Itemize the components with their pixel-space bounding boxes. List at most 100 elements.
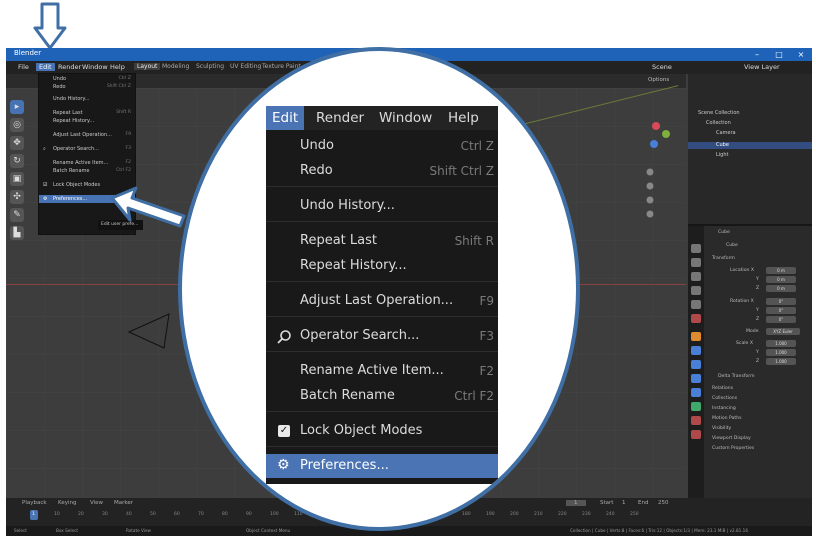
zoomed-item-batch-rename[interactable]: Batch Rename bbox=[300, 388, 395, 403]
timeline-view-menu[interactable]: View bbox=[90, 500, 103, 506]
tab-layout[interactable]: Layout bbox=[134, 63, 161, 70]
constraints-tab-icon[interactable] bbox=[691, 388, 701, 397]
section-delta-transform[interactable]: Delta Transform bbox=[718, 374, 755, 379]
section-collections[interactable]: Collections bbox=[712, 396, 737, 401]
annotate-tool-icon[interactable]: ✎ bbox=[10, 208, 24, 222]
checkbox-icon[interactable]: ☑ bbox=[43, 182, 47, 188]
zoomed-item-preferences[interactable]: Preferences... bbox=[300, 458, 389, 473]
cursor-tool-icon[interactable]: ◎ bbox=[10, 118, 24, 132]
section-custom-properties[interactable]: Custom Properties bbox=[712, 446, 754, 451]
options-dropdown[interactable]: Options bbox=[648, 77, 669, 83]
tab-sculpting[interactable]: Sculpting bbox=[196, 63, 224, 70]
transform-section[interactable]: Transform bbox=[712, 256, 735, 261]
menu-item-redo[interactable]: Redo bbox=[53, 84, 66, 90]
render-tab-icon[interactable] bbox=[691, 258, 701, 267]
menu-item-adjust-last[interactable]: Adjust Last Operation... bbox=[53, 132, 112, 138]
timeline-playback-menu[interactable]: Playback bbox=[22, 500, 47, 506]
zoomed-item-undo-history[interactable]: Undo History... bbox=[300, 198, 395, 213]
section-relations[interactable]: Relations bbox=[712, 386, 733, 391]
output-tab-icon[interactable] bbox=[691, 272, 701, 281]
view-layer-selector[interactable]: View Layer bbox=[744, 63, 780, 71]
menu-help[interactable]: Help bbox=[110, 63, 125, 71]
zoomed-item-adjust-last[interactable]: Adjust Last Operation... bbox=[300, 293, 453, 308]
scale-tool-icon[interactable]: ▣ bbox=[10, 172, 24, 186]
start-frame-field[interactable]: 1 bbox=[622, 500, 626, 506]
location-z-field[interactable]: 0 m bbox=[766, 285, 796, 292]
rotation-y-field[interactable]: 0° bbox=[766, 307, 796, 314]
scene-selector[interactable]: Scene bbox=[652, 63, 672, 71]
menu-item-rename-active[interactable]: Rename Active Item... bbox=[53, 160, 108, 166]
menu-file[interactable]: File bbox=[18, 63, 29, 71]
section-viewport-display[interactable]: Viewport Display bbox=[712, 436, 751, 441]
end-frame-field[interactable]: 250 bbox=[658, 500, 669, 506]
zoomed-item-operator-search[interactable]: Operator Search... bbox=[300, 328, 419, 343]
section-visibility[interactable]: Visibility bbox=[712, 426, 731, 431]
rotation-z-field[interactable]: 0° bbox=[766, 316, 796, 323]
measure-tool-icon[interactable]: ▙ bbox=[10, 226, 24, 240]
section-motion-paths[interactable]: Motion Paths bbox=[712, 416, 742, 421]
zoomed-item-lock-object-modes[interactable]: Lock Object Modes bbox=[300, 423, 422, 438]
maximize-icon[interactable]: □ bbox=[768, 48, 790, 61]
zoomed-item-rename-active[interactable]: Rename Active Item... bbox=[300, 363, 444, 378]
view-layer-tab-icon[interactable] bbox=[691, 286, 701, 295]
scene-tab-icon[interactable] bbox=[691, 300, 701, 309]
zoomed-menu-help[interactable]: Help bbox=[448, 110, 479, 126]
outliner-cube[interactable]: Cube bbox=[716, 142, 729, 148]
rotation-x-field[interactable]: 0° bbox=[766, 298, 796, 305]
location-y-field[interactable]: 0 m bbox=[766, 276, 796, 283]
scale-z-field[interactable]: 1.000 bbox=[766, 358, 796, 365]
menu-item-batch-rename[interactable]: Batch Rename bbox=[53, 168, 89, 174]
menu-item-preferences[interactable]: Preferences... bbox=[53, 196, 87, 202]
checkbox-icon[interactable]: ✓ bbox=[278, 425, 290, 437]
physics-tab-icon[interactable] bbox=[691, 374, 701, 383]
timeline-keying-menu[interactable]: Keying bbox=[58, 500, 76, 506]
object-name-field[interactable]: Cube bbox=[726, 243, 738, 248]
menu-item-operator-search[interactable]: Operator Search... bbox=[53, 146, 99, 152]
transform-tool-icon[interactable]: ✣ bbox=[10, 190, 24, 204]
rotate-tool-icon[interactable]: ↻ bbox=[10, 154, 24, 168]
menu-window[interactable]: Window bbox=[82, 63, 108, 71]
outliner-scene-collection[interactable]: Scene Collection bbox=[698, 110, 740, 116]
navigation-gizmo[interactable] bbox=[636, 108, 676, 218]
minimize-icon[interactable]: – bbox=[746, 48, 768, 61]
outliner-camera[interactable]: Camera bbox=[716, 130, 736, 136]
menu-edit[interactable]: Edit bbox=[36, 63, 55, 71]
tab-uv-editing[interactable]: UV Editing bbox=[230, 63, 261, 70]
rotation-y-label: Y bbox=[756, 308, 759, 313]
particles-tab-icon[interactable] bbox=[691, 360, 701, 369]
tool-tab-icon[interactable] bbox=[691, 244, 701, 253]
zoomed-menubar: Edit Render Window Help bbox=[266, 106, 498, 130]
material-tab-icon[interactable] bbox=[691, 416, 701, 425]
menu-item-lock-object-modes[interactable]: Lock Object Modes bbox=[53, 182, 100, 188]
zoomed-item-repeat-last[interactable]: Repeat Last bbox=[300, 233, 377, 248]
timeline-marker-menu[interactable]: Marker bbox=[114, 500, 133, 506]
zoomed-menu-render[interactable]: Render bbox=[316, 110, 364, 126]
modifier-tab-icon[interactable] bbox=[691, 346, 701, 355]
menu-item-undo[interactable]: Undo bbox=[53, 76, 66, 82]
select-tool-icon[interactable]: ▸ bbox=[10, 100, 24, 114]
location-x-field[interactable]: 0 m bbox=[766, 267, 796, 274]
data-tab-icon[interactable] bbox=[691, 402, 701, 411]
section-instancing[interactable]: Instancing bbox=[712, 406, 736, 411]
tab-modeling[interactable]: Modeling bbox=[162, 63, 189, 70]
zoomed-menu-edit[interactable]: Edit bbox=[266, 106, 305, 130]
outliner-collection[interactable]: Collection bbox=[706, 120, 731, 126]
menu-item-undo-history[interactable]: Undo History... bbox=[53, 96, 90, 102]
menu-item-repeat-history[interactable]: Repeat History... bbox=[53, 118, 94, 124]
scale-x-field[interactable]: 1.000 bbox=[766, 340, 796, 347]
rotation-mode-dropdown[interactable]: XYZ Euler bbox=[766, 328, 800, 335]
texture-tab-icon[interactable] bbox=[691, 430, 701, 439]
outliner-light[interactable]: Light bbox=[716, 152, 728, 158]
zoomed-item-undo[interactable]: Undo bbox=[300, 138, 334, 153]
menu-render[interactable]: Render bbox=[58, 63, 81, 71]
zoomed-item-redo[interactable]: Redo bbox=[300, 163, 333, 178]
world-tab-icon[interactable] bbox=[691, 314, 701, 323]
move-tool-icon[interactable]: ✥ bbox=[10, 136, 24, 150]
object-tab-icon[interactable] bbox=[691, 332, 701, 341]
zoomed-menu-window[interactable]: Window bbox=[379, 110, 432, 126]
current-frame-field[interactable]: 1 bbox=[566, 500, 586, 506]
zoomed-item-repeat-history[interactable]: Repeat History... bbox=[300, 258, 407, 273]
close-icon[interactable]: × bbox=[790, 48, 812, 61]
menu-item-repeat-last[interactable]: Repeat Last bbox=[53, 110, 83, 116]
scale-y-field[interactable]: 1.000 bbox=[766, 349, 796, 356]
